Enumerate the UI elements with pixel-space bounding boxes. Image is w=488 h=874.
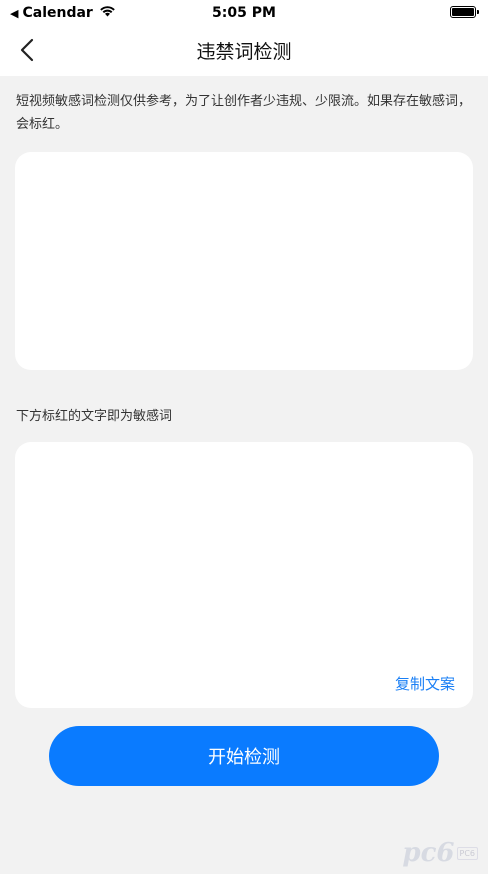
result-label: 下方标红的文字即为敏感词 (16, 409, 173, 424)
watermark-logo: pc6 (402, 838, 455, 868)
copy-text-button[interactable]: 复制文案 (395, 673, 455, 694)
status-time: 5:05 PM (212, 5, 276, 21)
watermark-badge: PC6 (456, 846, 478, 860)
result-card: 复制文案 (15, 442, 473, 708)
input-card (15, 152, 473, 370)
watermark: pc6 PC6 (402, 838, 478, 868)
text-input[interactable] (15, 152, 473, 370)
page-title: 违禁词检测 (196, 41, 292, 63)
intro-text: 短视频敏感词检测仅供参考，为了让创作者少违规、少限流。如果存在敏感词，会标红。 (16, 94, 472, 132)
start-detection-button[interactable]: 开始检测 (49, 726, 439, 786)
battery-icon (450, 6, 479, 18)
status-bar: ◀ Calendar 5:05 PM (0, 0, 488, 26)
nav-bar: 违禁词检测 (0, 26, 488, 76)
